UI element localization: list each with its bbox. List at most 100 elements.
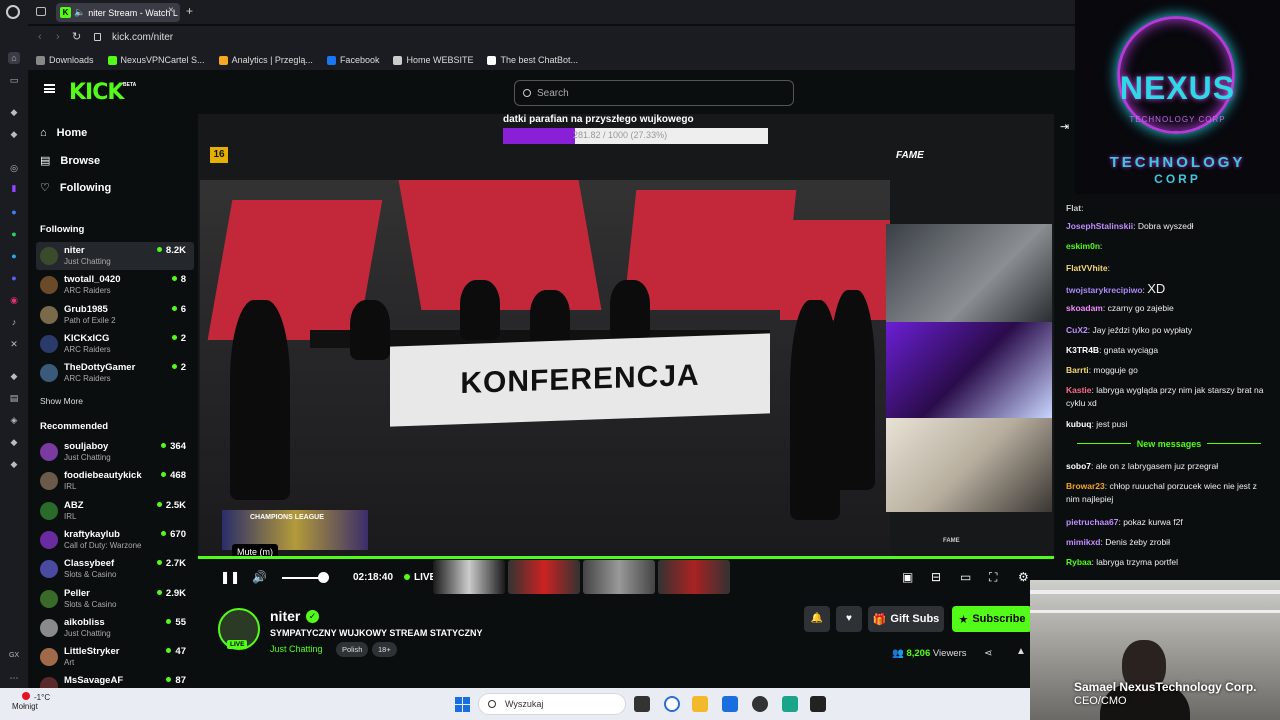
channel-item[interactable]: souljaboy Just Chatting 364 [36, 438, 194, 466]
volume-button[interactable]: 🔊 [252, 570, 267, 584]
chat-username[interactable]: sobo7 [1066, 461, 1091, 471]
chat-username[interactable]: Barrti [1066, 365, 1089, 375]
channel-item[interactable]: ABZ IRL 2.5K [36, 497, 194, 525]
tiktok-icon[interactable]: ♪ [8, 316, 20, 328]
fullscreen-icon[interactable]: ⛶ [989, 570, 997, 585]
chat-username[interactable]: twojstarykrecipiwo [1066, 285, 1143, 295]
miniplayer-icon[interactable]: ▣ [902, 570, 913, 584]
channel-item[interactable]: TheDottyGamer ARC Raiders 2 [36, 359, 194, 387]
search-input[interactable]: Search [514, 80, 794, 106]
url-field[interactable]: kick.com/niter [112, 32, 173, 43]
opera-taskbar-icon[interactable] [664, 696, 680, 712]
gaming-icon[interactable]: ▭ [8, 74, 20, 86]
channel-item[interactable]: Classybeef Slots & Casino 2.7K [36, 555, 194, 583]
chat-username[interactable]: Browar23 [1066, 481, 1105, 491]
messenger-icon[interactable]: ● [8, 206, 20, 218]
instagram-icon[interactable]: ◉ [8, 294, 20, 306]
settings-gear-icon[interactable]: ⚙ [1018, 570, 1029, 584]
bookmark-item[interactable]: Downloads [36, 55, 94, 65]
gift-subs-button[interactable]: 🎁 Gift Subs [868, 606, 944, 632]
chat-username[interactable]: FlatVVhite [1066, 263, 1108, 273]
tabs-icon[interactable] [36, 7, 46, 16]
new-tab-icon[interactable]: + [186, 4, 193, 18]
app-icon-2[interactable] [782, 696, 798, 712]
report-icon[interactable]: ▲ [1016, 646, 1026, 657]
chat-username[interactable]: kubuq [1066, 419, 1092, 429]
chat-username[interactable]: JosephStalinskii [1066, 221, 1133, 231]
chat-username[interactable]: mimikxd [1066, 537, 1101, 547]
channel-item[interactable]: Peller Slots & Casino 2.9K [36, 585, 194, 613]
channel-item[interactable]: twotall_0420 ARC Raiders 8 [36, 271, 194, 299]
chat-username[interactable]: Flat [1066, 203, 1081, 213]
channel-item[interactable]: kraftykaylub Call of Duty: Warzone 670 [36, 526, 194, 554]
channel-item[interactable]: foodiebeautykick IRL 468 [36, 467, 194, 495]
pause-button[interactable]: ❚❚ [220, 570, 240, 584]
x-icon[interactable]: ✕ [8, 338, 20, 350]
tag-language[interactable]: Polish [336, 642, 369, 657]
wallet-icon[interactable]: ▤ [8, 392, 20, 404]
fullscreen-window-icon[interactable]: ▭ [960, 570, 971, 584]
show-more-link[interactable]: Show More [40, 396, 83, 406]
taskbar-search[interactable]: Wyszukaj [478, 693, 626, 715]
tab-niter-stream[interactable]: K 🔈 niter Stream - Watch L [56, 3, 180, 22]
nexus-icon-2[interactable]: ◆ [8, 128, 20, 140]
collapse-chat-icon[interactable]: ⇥ [1060, 120, 1069, 133]
chatgpt-icon[interactable]: ◎ [8, 162, 20, 174]
bookmark-item[interactable]: NexusVPNCartel S... [107, 55, 205, 65]
notification-bell-button[interactable]: 🔔 [804, 606, 830, 632]
more-icon[interactable]: ⋯ [8, 672, 20, 684]
file-explorer-icon[interactable] [692, 696, 708, 712]
chat-username[interactable]: pietruchaa67 [1066, 517, 1118, 527]
telegram-icon[interactable]: ● [8, 250, 20, 262]
app-icon[interactable] [752, 696, 768, 712]
home-sidebar-icon[interactable]: ⌂ [8, 52, 20, 64]
bookmark-item[interactable]: The best ChatBot... [487, 55, 578, 65]
theater-mode-icon[interactable]: ⊟ [931, 570, 941, 584]
reload-icon[interactable]: ↻ [72, 30, 81, 43]
clip-thumb[interactable] [508, 560, 580, 594]
nav-following[interactable]: ♡ Following [40, 181, 111, 195]
bookmark-item[interactable]: Facebook [326, 55, 379, 65]
channel-item[interactable]: aikobliss Just Chatting 55 [36, 614, 194, 642]
whatsapp-icon[interactable]: ● [8, 228, 20, 240]
chat-username[interactable]: K3TR4B [1066, 345, 1099, 355]
subscribe-button[interactable]: ★ Subscribe [952, 606, 1032, 632]
chat-username[interactable]: eskim0n [1066, 241, 1100, 251]
kick-logo[interactable]: KICK [69, 80, 124, 105]
discord-icon[interactable]: ● [8, 272, 20, 284]
chat-username[interactable]: Rybaa [1066, 557, 1092, 567]
terminal-icon[interactable] [810, 696, 826, 712]
tag-age[interactable]: 18+ [372, 642, 397, 657]
chat-username[interactable]: skoadam [1066, 303, 1103, 313]
clip-thumb[interactable] [583, 560, 655, 594]
channel-item[interactable]: MsSavageAF 87 [36, 672, 194, 688]
nexus-icon[interactable]: ◆ [8, 106, 20, 118]
bookmark-item[interactable]: Home WEBSITE [393, 55, 473, 65]
video-player[interactable]: KONFERENCJA datki parafian na przyszłego… [198, 114, 1054, 566]
opera-menu-icon[interactable] [6, 5, 20, 19]
follow-heart-button[interactable]: ♥ [836, 606, 862, 632]
channel-item[interactable]: LittleStryker Art 47 [36, 643, 194, 671]
music-icon[interactable]: ◈ [8, 414, 20, 426]
start-button[interactable] [455, 697, 470, 712]
nexus-icon-5[interactable]: ◆ [8, 458, 20, 470]
share-icon[interactable]: ⋖ [984, 648, 992, 659]
weather-widget[interactable]: -1°C Mołnigt [12, 693, 50, 711]
channel-item[interactable]: Grub1985 Path of Exile 2 6 [36, 301, 194, 329]
streamer-name[interactable]: niter [270, 608, 300, 624]
clip-thumb[interactable] [433, 560, 505, 594]
clip-thumb[interactable] [658, 560, 730, 594]
nexus-icon-4[interactable]: ◆ [8, 436, 20, 448]
stream-category[interactable]: Just Chatting [270, 644, 323, 654]
hamburger-menu-icon[interactable] [44, 84, 55, 93]
channel-item[interactable]: niter Just Chatting 8.2K [36, 242, 194, 270]
channel-item[interactable]: KICKxICG ARC Raiders 2 [36, 330, 194, 358]
chat-username[interactable]: CuX2 [1066, 325, 1088, 335]
task-view-icon[interactable] [634, 696, 650, 712]
nav-browse[interactable]: ▤ Browse [40, 154, 100, 168]
outlook-icon[interactable] [722, 696, 738, 712]
bookmark-item[interactable]: Analytics | Przeglą... [218, 55, 313, 65]
gx-icon[interactable]: GX [8, 650, 20, 662]
twitch-icon[interactable]: ▮ [8, 182, 20, 194]
nav-home[interactable]: ⌂ Home [40, 127, 87, 139]
